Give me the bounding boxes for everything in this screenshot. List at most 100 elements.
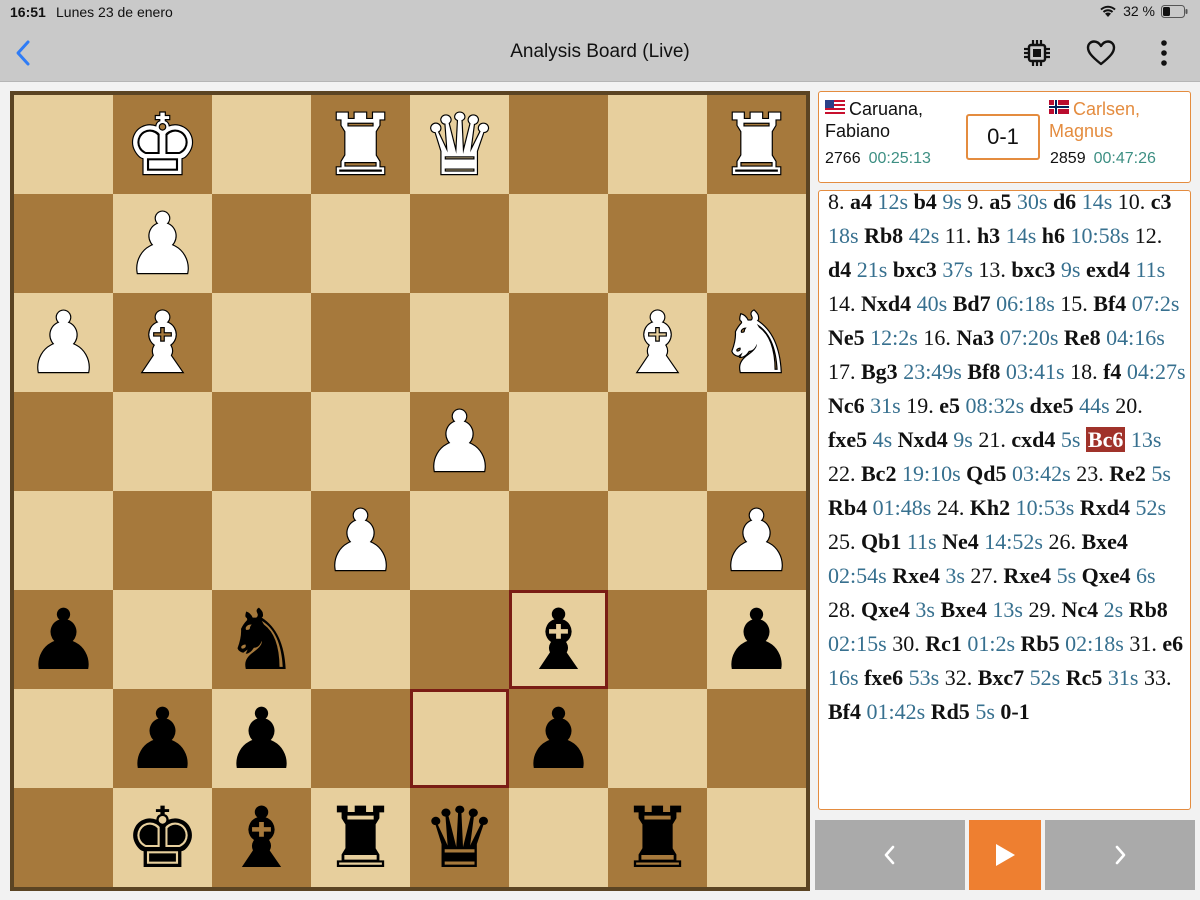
square-h3[interactable]: ♟ bbox=[14, 293, 113, 392]
move-san[interactable]: Rb4 bbox=[828, 495, 867, 520]
white-queen-icon[interactable]: ♛ bbox=[421, 101, 499, 187]
black-king-icon[interactable]: ♚ bbox=[125, 796, 200, 880]
square-g5[interactable] bbox=[113, 491, 212, 590]
move-san[interactable]: Bxc7 bbox=[978, 665, 1024, 690]
square-a5[interactable]: ♟ bbox=[707, 491, 806, 590]
move-san[interactable]: a5 bbox=[989, 191, 1011, 214]
square-g7[interactable]: ♟ bbox=[113, 689, 212, 788]
black-pawn-icon[interactable]: ♟ bbox=[125, 697, 200, 781]
square-b6[interactable] bbox=[608, 590, 707, 689]
move-san[interactable]: Rb8 bbox=[1129, 597, 1168, 622]
square-b2[interactable] bbox=[608, 194, 707, 293]
square-e8[interactable]: ♜ bbox=[311, 788, 410, 887]
white-rook-icon[interactable]: ♜ bbox=[322, 101, 400, 187]
black-queen-icon[interactable]: ♛ bbox=[422, 796, 497, 880]
white-pawn-icon[interactable]: ♟ bbox=[322, 497, 400, 583]
move-san[interactable]: a4 bbox=[850, 191, 872, 214]
square-f6[interactable]: ♞ bbox=[212, 590, 311, 689]
black-bishop-icon[interactable]: ♝ bbox=[224, 796, 299, 880]
square-b3[interactable]: ♝ bbox=[608, 293, 707, 392]
square-e6[interactable] bbox=[311, 590, 410, 689]
white-pawn-icon[interactable]: ♟ bbox=[25, 299, 103, 385]
square-h7[interactable] bbox=[14, 689, 113, 788]
square-f4[interactable] bbox=[212, 392, 311, 491]
move-san[interactable]: Ne4 bbox=[942, 529, 979, 554]
square-d7[interactable] bbox=[410, 689, 509, 788]
square-e1[interactable]: ♜ bbox=[311, 95, 410, 194]
square-h5[interactable] bbox=[14, 491, 113, 590]
square-a3[interactable]: ♞ bbox=[707, 293, 806, 392]
move-san[interactable]: Nc6 bbox=[828, 393, 865, 418]
square-h2[interactable] bbox=[14, 194, 113, 293]
white-pawn-icon[interactable]: ♟ bbox=[718, 497, 796, 583]
move-san[interactable]: Ne5 bbox=[828, 325, 865, 350]
move-san[interactable]: c3 bbox=[1151, 191, 1172, 214]
white-pawn-icon[interactable]: ♟ bbox=[124, 200, 202, 286]
move-san[interactable]: Kh2 bbox=[970, 495, 1010, 520]
square-b4[interactable] bbox=[608, 392, 707, 491]
square-c3[interactable] bbox=[509, 293, 608, 392]
square-h1[interactable] bbox=[14, 95, 113, 194]
black-rook-icon[interactable]: ♜ bbox=[323, 796, 398, 880]
square-f2[interactable] bbox=[212, 194, 311, 293]
move-san[interactable]: Bf8 bbox=[967, 359, 1000, 384]
square-d1[interactable]: ♛ bbox=[410, 95, 509, 194]
move-san[interactable]: Nxd4 bbox=[861, 291, 911, 316]
square-f8[interactable]: ♝ bbox=[212, 788, 311, 887]
square-c8[interactable] bbox=[509, 788, 608, 887]
black-pawn-icon[interactable]: ♟ bbox=[26, 598, 101, 682]
move-san[interactable]: Bxe4 bbox=[1081, 529, 1127, 554]
move-san[interactable]: d4 bbox=[828, 257, 851, 282]
more-button[interactable] bbox=[1148, 37, 1180, 69]
move-san[interactable]: fxe6 bbox=[864, 665, 903, 690]
square-a2[interactable] bbox=[707, 194, 806, 293]
square-a6[interactable]: ♟ bbox=[707, 590, 806, 689]
next-move-button[interactable] bbox=[1045, 820, 1195, 890]
move-list[interactable]: 8. a4 12s b4 9s 9. a5 30s d6 14s 10. c3 … bbox=[818, 190, 1191, 810]
square-d4[interactable]: ♟ bbox=[410, 392, 509, 491]
move-san[interactable]: Rb8 bbox=[864, 223, 903, 248]
move-san[interactable]: bxc3 bbox=[1011, 257, 1055, 282]
square-h8[interactable] bbox=[14, 788, 113, 887]
black-pawn-icon[interactable]: ♟ bbox=[719, 598, 794, 682]
square-a4[interactable] bbox=[707, 392, 806, 491]
move-san[interactable]: Rxe4 bbox=[892, 563, 940, 588]
move-san[interactable]: Nc4 bbox=[1061, 597, 1098, 622]
square-a1[interactable]: ♜ bbox=[707, 95, 806, 194]
square-e4[interactable] bbox=[311, 392, 410, 491]
move-san[interactable]: Bf4 bbox=[1093, 291, 1126, 316]
move-san[interactable]: Qxe4 bbox=[861, 597, 910, 622]
square-d8[interactable]: ♛ bbox=[410, 788, 509, 887]
move-san[interactable]: Nxd4 bbox=[898, 427, 948, 452]
favorite-button[interactable] bbox=[1085, 37, 1117, 69]
move-san[interactable]: fxe5 bbox=[828, 427, 867, 452]
move-san[interactable]: Bf4 bbox=[828, 699, 861, 724]
move-san[interactable]: d6 bbox=[1053, 191, 1076, 214]
square-e2[interactable] bbox=[311, 194, 410, 293]
move-san[interactable]: Qb1 bbox=[861, 529, 901, 554]
white-rook-icon[interactable]: ♜ bbox=[718, 101, 796, 187]
previous-move-button[interactable] bbox=[815, 820, 965, 890]
square-b1[interactable] bbox=[608, 95, 707, 194]
play-button[interactable] bbox=[969, 820, 1041, 890]
black-bishop-icon[interactable]: ♝ bbox=[521, 598, 596, 682]
move-san[interactable]: exd4 bbox=[1086, 257, 1130, 282]
square-f5[interactable] bbox=[212, 491, 311, 590]
move-san[interactable]: Rxe4 bbox=[1003, 563, 1051, 588]
square-g8[interactable]: ♚ bbox=[113, 788, 212, 887]
square-f7[interactable]: ♟ bbox=[212, 689, 311, 788]
square-d3[interactable] bbox=[410, 293, 509, 392]
square-h4[interactable] bbox=[14, 392, 113, 491]
black-knight-icon[interactable]: ♞ bbox=[224, 598, 299, 682]
square-g6[interactable] bbox=[113, 590, 212, 689]
black-pawn-icon[interactable]: ♟ bbox=[521, 697, 596, 781]
square-c1[interactable] bbox=[509, 95, 608, 194]
white-pawn-icon[interactable]: ♟ bbox=[421, 398, 499, 484]
move-san[interactable]: Rxd4 bbox=[1080, 495, 1130, 520]
square-c2[interactable] bbox=[509, 194, 608, 293]
move-san[interactable]: e5 bbox=[939, 393, 960, 418]
move-san[interactable]: f4 bbox=[1103, 359, 1121, 384]
square-e3[interactable] bbox=[311, 293, 410, 392]
move-san[interactable]: Bd7 bbox=[953, 291, 991, 316]
white-bishop-icon[interactable]: ♝ bbox=[124, 299, 202, 385]
